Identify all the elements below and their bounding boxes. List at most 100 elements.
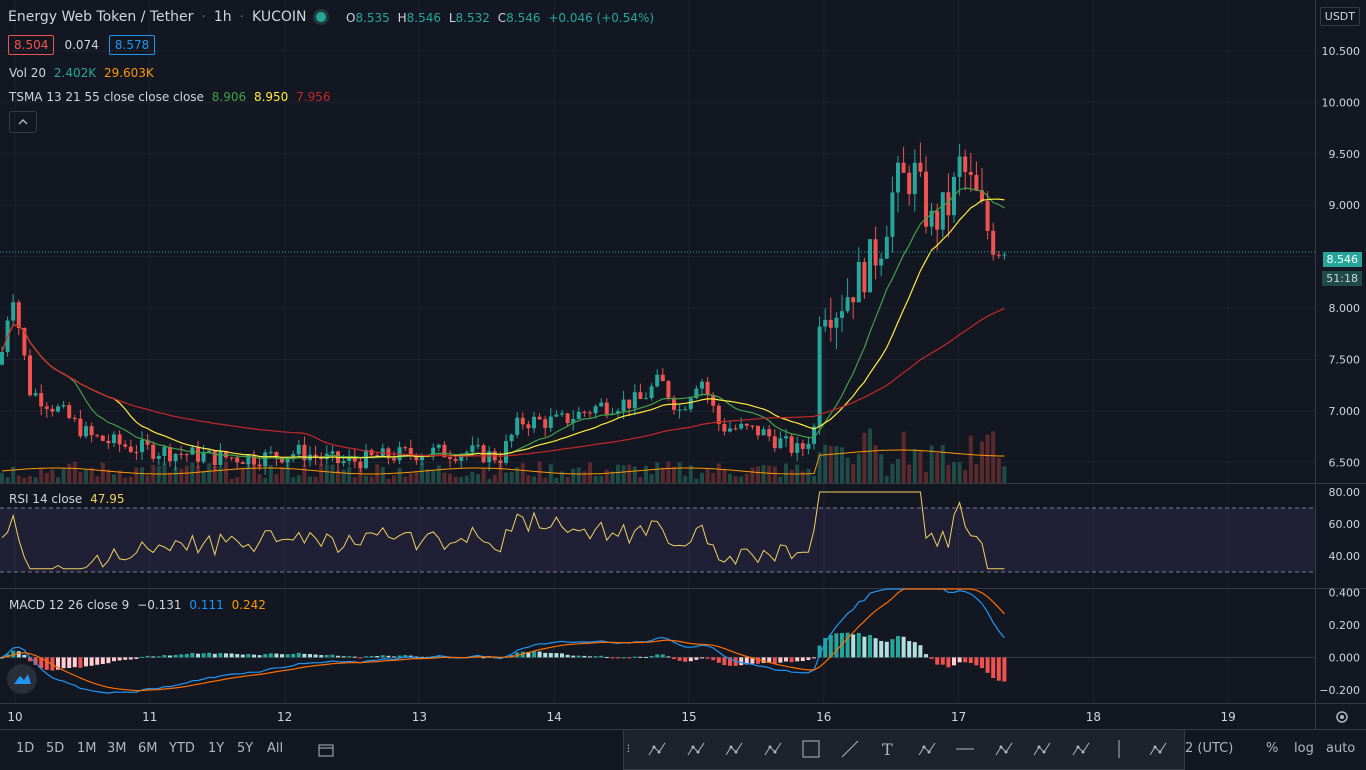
macd-legend[interactable]: MACD 12 26 close 9 −0.131 0.111 0.242 [9,598,266,612]
percent-toggle[interactable]: % [1266,741,1278,756]
candle-body [750,425,755,427]
text-icon[interactable]: T [873,734,903,764]
candle-body [840,311,844,318]
auto-toggle[interactable]: auto [1326,741,1355,756]
macd-histogram-bar [179,654,184,658]
parallel-lines-icon[interactable] [719,734,749,764]
candle-body [638,392,643,399]
interval-label[interactable]: 1h [214,9,232,25]
volume-bar [711,472,716,483]
ask-price[interactable]: 8.578 [108,35,156,55]
vertical-line-icon[interactable] [1104,734,1134,764]
price-tick-label: 9.500 [1329,148,1361,161]
trend-tools-icon[interactable] [642,734,672,764]
price-tick-label: 10.500 [1322,45,1361,58]
timezone-button[interactable]: 2 (UTC) [1185,741,1233,756]
macd-histogram-bar [95,657,100,665]
candle-body [0,351,4,365]
volume-bar [750,467,755,483]
volume-bar [302,464,307,483]
bid-price[interactable]: 8.504 [8,35,55,55]
volume-bar [890,463,895,483]
spread-value: 0.074 [64,38,99,52]
timeframe-1y[interactable]: 1Y [208,741,224,756]
change-value: +0.046 (+0.54%) [548,11,655,25]
volume-bar [862,432,867,483]
macd-histogram-bar [918,645,923,658]
drag-handle-icon[interactable] [626,734,638,764]
macd-histogram-bar [145,655,150,658]
path-icon[interactable] [1027,734,1057,764]
volume-bar [638,477,643,483]
vol-legend[interactable]: Vol 20 2.402K 29.603K [9,66,154,80]
time-tick-label: 16 [816,710,831,724]
timeframe-all[interactable]: All [267,741,283,756]
candle-body [845,297,850,312]
pattern-icon[interactable] [758,734,788,764]
macd-histogram-bar [548,652,553,658]
rectangle-icon[interactable] [796,734,826,764]
macd-histogram-bar [296,652,301,658]
volume-bar [240,467,245,483]
horizontal-line-icon[interactable] [950,734,980,764]
anchored-text-icon[interactable] [912,734,942,764]
volume-bar [487,478,492,483]
candle-body [117,434,122,445]
candle-body [44,406,49,409]
tsma-legend[interactable]: TSMA 13 21 55 close close close 8.906 8.… [9,90,331,104]
macd-histogram-bar [722,657,727,666]
network-icon[interactable] [1066,734,1096,764]
timeframe-ytd[interactable]: YTD [169,741,195,756]
candle-body [369,449,374,456]
timeframe-6m[interactable]: 6M [138,741,158,756]
abcd-pattern-icon[interactable] [989,734,1019,764]
ae-pattern-icon[interactable] [1143,734,1173,764]
timeframe-1m[interactable]: 1M [77,741,97,756]
macd-histogram-bar [61,657,66,669]
macd-histogram-bar [554,653,559,658]
volume-bar [156,466,161,483]
timeframe-5d[interactable]: 5D [46,741,64,756]
timeframe-1d[interactable]: 1D [16,741,34,756]
macd-histogram-bar [638,656,643,658]
volume-bar [677,462,682,483]
timeframe-3m[interactable]: 3M [107,741,127,756]
tradingview-logo[interactable] [7,664,37,694]
volume-bar [672,466,676,483]
settings-gear-icon[interactable] [1334,709,1350,725]
currency-label[interactable]: USDT [1319,7,1360,26]
line-icon[interactable] [835,734,865,764]
candle-body [901,162,906,173]
macd-histogram-bar [140,656,144,658]
candle-body [543,419,548,428]
volume-bar [621,465,626,483]
macd-histogram-bar [72,657,77,668]
chart-canvas[interactable]: 10.500 10.000 9.500 9.000 8.000 7.500 7.000 6.5… [0,0,1366,768]
candle-body [476,445,480,447]
candle-body [946,192,951,216]
candle-body [330,451,335,454]
timeframe-5y[interactable]: 5Y [237,741,253,756]
macd-tick-label: 0.200 [1329,619,1361,632]
candle-body [548,416,553,428]
macd-histogram-bar [336,655,340,658]
macd-histogram-bar [386,655,391,658]
symbol-name[interactable]: Energy Web Token / Tether [8,9,193,25]
volume-bar [263,477,268,483]
candle-body [173,453,178,462]
market-status-icon[interactable] [316,12,326,22]
time-tick-label: 10 [7,710,22,724]
symbol-header[interactable]: Energy Web Token / Tether · 1h · KUCOIN [8,9,310,25]
log-toggle[interactable]: log [1294,741,1314,756]
date-range-icon[interactable] [318,742,334,761]
rsi-legend[interactable]: RSI 14 close 47.95 [9,492,125,506]
volume-bar [940,445,945,483]
candle-body [560,413,564,415]
collapse-legend-button[interactable] [9,111,37,133]
macd-histogram-bar [369,655,374,658]
fib-tools-icon[interactable] [681,734,711,764]
macd-histogram-bar [711,657,716,661]
volume-bar [414,471,419,483]
volume-bar [722,468,727,483]
macd-histogram-bar [940,657,945,665]
